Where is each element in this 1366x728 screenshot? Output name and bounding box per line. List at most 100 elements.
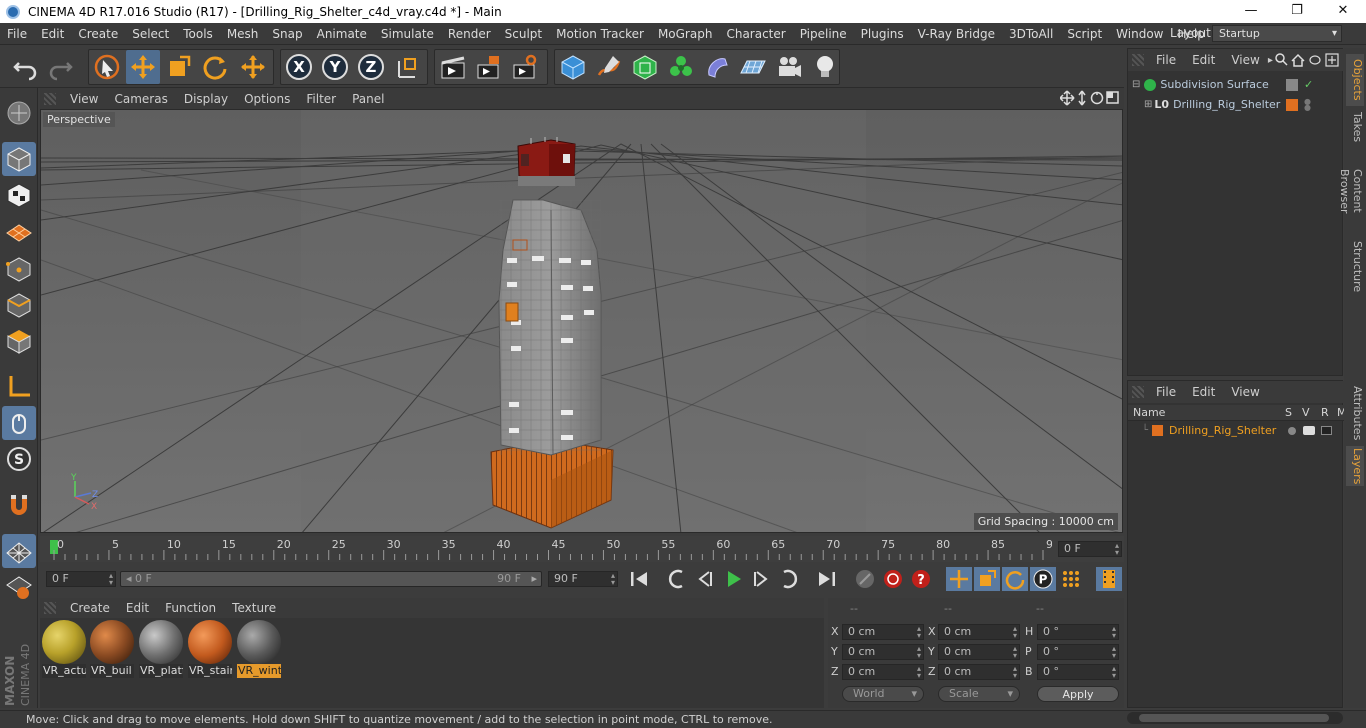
object-manager-tool-icons[interactable]: [1274, 52, 1340, 68]
x-axis-lock-button[interactable]: X: [282, 50, 316, 84]
perspective-viewport[interactable]: Y Z X Perspective Grid Spacing : 10000 c…: [40, 109, 1123, 533]
end-frame-field[interactable]: 90 F ▴ ▾: [548, 571, 618, 587]
make-editable-button[interactable]: [2, 96, 36, 130]
tab-content-browser[interactable]: Content Browser: [1338, 148, 1364, 234]
menu-create[interactable]: Create: [71, 23, 125, 45]
points-mode-button[interactable]: [2, 252, 36, 286]
menu-pipeline[interactable]: Pipeline: [793, 23, 854, 45]
previous-frame-button[interactable]: [692, 567, 718, 591]
layers-menu-file[interactable]: File: [1148, 385, 1184, 399]
object-row-drilling-rig-shelter[interactable]: ⊞ L0 Drilling_Rig_Shelter ● ●: [1128, 95, 1344, 114]
minimize-button[interactable]: —: [1228, 0, 1274, 23]
menu-script[interactable]: Script: [1060, 23, 1109, 45]
edges-mode-button[interactable]: [2, 288, 36, 322]
menu-file[interactable]: File: [0, 23, 34, 45]
recent-tools-button[interactable]: [236, 50, 270, 84]
workplane-grid-button[interactable]: [2, 534, 36, 568]
viewport-menu-display[interactable]: Display: [176, 92, 236, 106]
viewport-menu-cameras[interactable]: Cameras: [106, 92, 175, 106]
material-swatch[interactable]: VR_actu: [42, 620, 86, 680]
viewport-menu-panel[interactable]: Panel: [344, 92, 392, 106]
render-view-button[interactable]: [436, 50, 470, 84]
layers-menu-view[interactable]: View: [1223, 385, 1267, 399]
layer-color-swatch[interactable]: [1152, 425, 1164, 436]
keyframe-selection-button[interactable]: ?: [908, 567, 934, 591]
column-solo[interactable]: S: [1285, 406, 1292, 419]
tab-takes[interactable]: Takes: [1346, 110, 1364, 144]
column-name[interactable]: Name: [1133, 406, 1165, 419]
tab-objects[interactable]: Objects: [1346, 54, 1364, 106]
objects-menu-edit[interactable]: Edit: [1184, 53, 1223, 67]
redo-button[interactable]: [44, 50, 78, 84]
close-button[interactable]: ✕: [1320, 0, 1366, 23]
render-picture-viewer-button[interactable]: [472, 50, 506, 84]
size-z-field[interactable]: 0 cm ▴ ▾: [938, 664, 1020, 680]
camera-button[interactable]: [772, 50, 806, 84]
menu-mesh[interactable]: Mesh: [220, 23, 266, 45]
visibility-dots-icon[interactable]: ● ●: [1304, 97, 1311, 111]
workplane-mode-button[interactable]: [2, 214, 36, 248]
menu-mograph[interactable]: MoGraph: [651, 23, 720, 45]
start-frame-field[interactable]: 0 F ▴ ▾: [46, 571, 116, 587]
rotate-tool-button[interactable]: [198, 50, 232, 84]
solo-button[interactable]: S: [2, 442, 36, 476]
object-row-subdivision-surface[interactable]: ⊟ Subdivision Surface ✓: [1128, 75, 1344, 94]
menu-character[interactable]: Character: [719, 23, 792, 45]
menu-tools[interactable]: Tools: [176, 23, 220, 45]
snap-button[interactable]: [2, 488, 36, 522]
objects-menu-view[interactable]: View: [1223, 53, 1267, 67]
next-key-button[interactable]: [776, 567, 802, 591]
record-active-objects-button[interactable]: [852, 567, 878, 591]
material-swatch[interactable]: VR_buil: [90, 620, 134, 680]
material-swatch-selected[interactable]: VR_wint: [237, 620, 281, 680]
viewport-menu-filter[interactable]: Filter: [298, 92, 344, 106]
pen-spline-button[interactable]: [592, 50, 626, 84]
material-swatch[interactable]: VR_platf: [139, 620, 183, 680]
menu-plugins[interactable]: Plugins: [854, 23, 911, 45]
menu-animate[interactable]: Animate: [310, 23, 374, 45]
cloner-button[interactable]: [664, 50, 698, 84]
panel-grip-icon[interactable]: [1132, 54, 1144, 66]
autokeying-button[interactable]: [880, 567, 906, 591]
panel-grip-icon[interactable]: [1132, 386, 1144, 398]
viewport-menu-view[interactable]: View: [62, 92, 106, 106]
layer-row-drilling-rig-shelter[interactable]: └ Drilling_Rig_Shelter: [1128, 421, 1344, 440]
menu-render[interactable]: Render: [441, 23, 498, 45]
more-menu-arrow-icon[interactable]: ▸: [1268, 55, 1273, 66]
layer-color-swatch[interactable]: [1286, 98, 1298, 111]
material-menu-create[interactable]: Create: [62, 601, 118, 615]
column-visible[interactable]: V: [1302, 406, 1310, 419]
pos-z-field[interactable]: 0 cm ▴ ▾: [842, 664, 924, 680]
light-button[interactable]: [808, 50, 842, 84]
menu-sculpt[interactable]: Sculpt: [498, 23, 549, 45]
menu-simulate[interactable]: Simulate: [374, 23, 441, 45]
panel-grip-icon[interactable]: [44, 92, 56, 105]
layer-color-swatch[interactable]: [1286, 78, 1298, 91]
timeline-ruler[interactable]: 0 5 10 15 20 25 30 35 40 45 50 55 60 65 70 75 80 85 90 0 F…: [40, 536, 1124, 562]
next-frame-button[interactable]: [748, 567, 774, 591]
viewport-nav-icons[interactable]: [1060, 90, 1120, 106]
y-axis-lock-button[interactable]: Y: [318, 50, 352, 84]
apply-button[interactable]: Apply: [1037, 686, 1119, 702]
play-button[interactable]: [720, 567, 746, 591]
scrollbar-thumb[interactable]: [1139, 714, 1329, 722]
coordinate-system-button[interactable]: [390, 50, 424, 84]
material-menu-texture[interactable]: Texture: [224, 601, 284, 615]
tab-layers[interactable]: Layers: [1346, 446, 1364, 486]
horizontal-scrollbar[interactable]: [1127, 712, 1343, 724]
frame-range-slider[interactable]: ◂ 0 F 90 F ▸: [120, 571, 542, 587]
timeline-window-button[interactable]: [1096, 567, 1122, 591]
layers-menu-edit[interactable]: Edit: [1184, 385, 1223, 399]
undo-button[interactable]: [8, 50, 42, 84]
material-menu-edit[interactable]: Edit: [118, 601, 157, 615]
polygons-mode-button[interactable]: [2, 324, 36, 358]
tab-attributes[interactable]: Attributes: [1346, 384, 1364, 442]
size-y-field[interactable]: 0 cm ▴ ▾: [938, 644, 1020, 660]
rot-p-field[interactable]: 0 ° ▴ ▾: [1037, 644, 1119, 660]
current-frame-field[interactable]: 0 F ▴ ▾: [1058, 541, 1122, 557]
menu-window[interactable]: Window: [1109, 23, 1170, 45]
menu-motion-tracker[interactable]: Motion Tracker: [549, 23, 651, 45]
key-pla-button[interactable]: [1058, 567, 1084, 591]
texture-mode-button[interactable]: [2, 178, 36, 212]
material-menu-function[interactable]: Function: [157, 601, 224, 615]
